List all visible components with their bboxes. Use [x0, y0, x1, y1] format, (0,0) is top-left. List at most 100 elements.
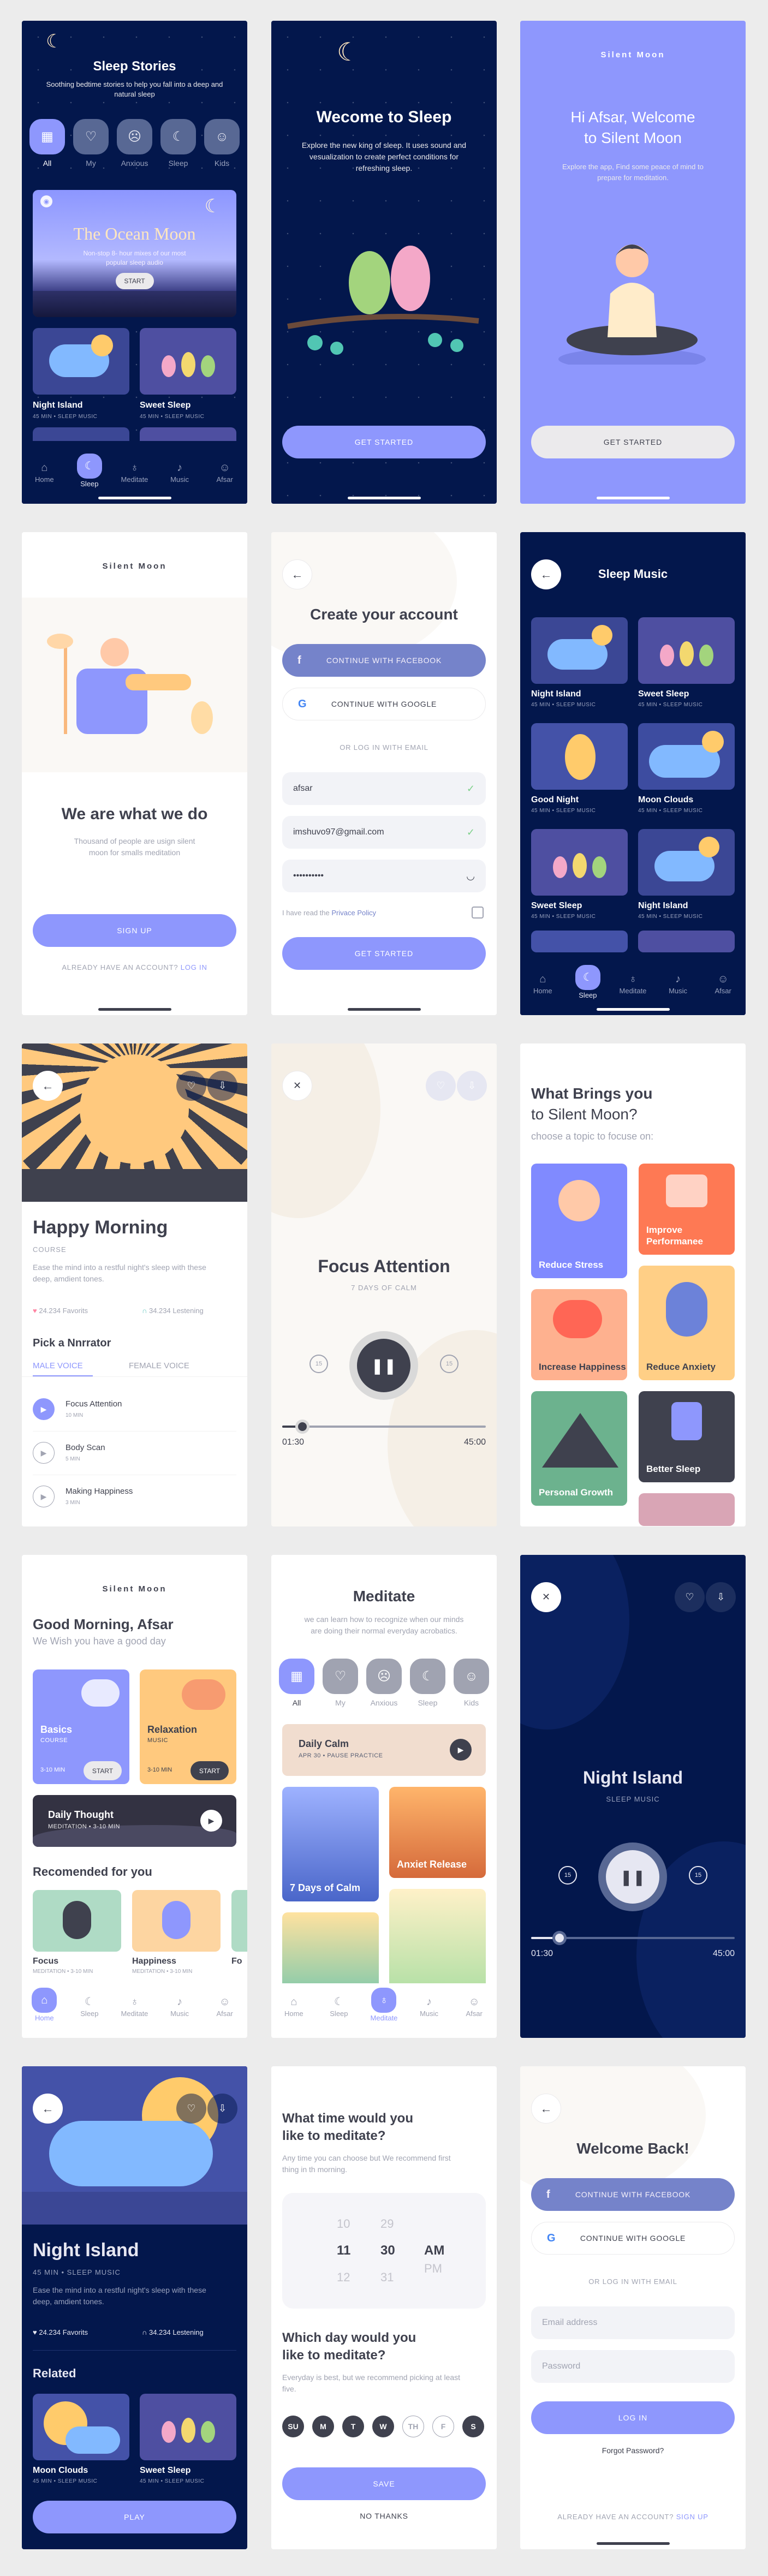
meditate-tile[interactable]: 7 Days of Calm — [282, 1787, 379, 1901]
rewind-button[interactable]: 15 — [309, 1355, 328, 1373]
play-button[interactable]: ▶ — [450, 1739, 472, 1761]
tab-music[interactable]: ♪ Music — [662, 971, 694, 995]
favorite-button[interactable]: ♡ — [675, 1582, 705, 1612]
login-link[interactable]: LOG IN — [181, 963, 207, 971]
start-button[interactable]: START — [115, 273, 154, 289]
tab-male-voice[interactable]: MALE VOICE — [33, 1361, 83, 1370]
day-button[interactable]: F — [432, 2416, 454, 2437]
period-option[interactable]: PM — [424, 2262, 442, 2276]
privacy-policy-link[interactable]: Privace Policy — [331, 909, 376, 917]
category-all[interactable]: ▦ All — [29, 119, 65, 168]
topic-card[interactable]: Improve Performanee — [639, 1164, 735, 1255]
google-button[interactable]: G CONTINUE WITH GOOGLE — [531, 2222, 735, 2255]
back-button[interactable]: ← — [531, 2094, 561, 2124]
day-button[interactable]: W — [372, 2416, 394, 2437]
meditate-tile[interactable] — [389, 1889, 486, 1989]
category-sleep[interactable]: ☾ Sleep — [410, 1659, 445, 1707]
tab-meditate[interactable]: ♁ Meditate — [367, 1988, 400, 2022]
day-button[interactable]: M — [312, 2416, 334, 2437]
category-anxious[interactable]: ☹ Anxious — [366, 1659, 402, 1707]
forgot-password-link[interactable]: Forgot Password? — [520, 2446, 746, 2455]
category-kids[interactable]: ☺ Kids — [204, 119, 240, 168]
login-button[interactable]: LOG IN — [531, 2401, 735, 2434]
download-button[interactable]: ⇩ — [207, 1071, 237, 1101]
password-field[interactable]: Password — [531, 2350, 735, 2383]
facebook-button[interactable]: f CONTINUE WITH FACEBOOK — [531, 2178, 735, 2211]
tab-sleep[interactable]: ☾ Sleep — [73, 1994, 106, 2018]
day-button[interactable]: TH — [402, 2416, 424, 2437]
sign-up-button[interactable]: SIGN UP — [33, 914, 236, 947]
topic-card[interactable]: Increase Happiness — [531, 1289, 627, 1380]
card-art[interactable] — [531, 617, 628, 684]
featured-card[interactable]: ☾ ◉ The Ocean Moon Non-stop 8- hour mixe… — [33, 190, 236, 317]
topic-card[interactable]: Reduce Stress — [531, 1164, 627, 1278]
category-sleep[interactable]: ☾ Sleep — [160, 119, 196, 168]
daily-thought-card[interactable]: Daily Thought MEDITATION • 3-10 MIN ▶ — [33, 1795, 236, 1847]
tab-meditate[interactable]: ♁ Meditate — [616, 971, 649, 995]
favorite-button[interactable]: ♡ — [426, 1071, 456, 1101]
progress-knob[interactable] — [298, 1422, 307, 1431]
topic-card[interactable]: Personal Growth — [531, 1391, 627, 1506]
forward-button[interactable]: 15 — [689, 1866, 707, 1885]
back-button[interactable]: ← — [33, 1071, 63, 1101]
name-field[interactable]: afsar ✓ — [282, 772, 486, 805]
close-button[interactable]: ✕ — [531, 1582, 561, 1612]
email-field[interactable]: imshuvo97@gmail.com ✓ — [282, 816, 486, 849]
download-button[interactable]: ⇩ — [207, 2094, 237, 2124]
category-anxious[interactable]: ☹ Anxious — [117, 119, 152, 168]
eye-icon[interactable]: ◡ — [466, 870, 475, 882]
day-button[interactable]: T — [342, 2416, 364, 2437]
tab-home[interactable]: ⌂ Home — [277, 1994, 310, 2018]
sign-up-link[interactable]: SIGN UP — [676, 2513, 709, 2521]
day-button[interactable]: S — [462, 2416, 484, 2437]
policy-checkbox[interactable] — [472, 907, 484, 919]
tab-home[interactable]: ⌂ Home — [28, 460, 61, 484]
tab-music[interactable]: ♪ Music — [163, 460, 196, 484]
topic-card[interactable] — [639, 1493, 735, 1526]
progress-bar[interactable] — [282, 1426, 486, 1428]
related-card[interactable] — [140, 2394, 236, 2460]
category-my[interactable]: ♡ My — [73, 119, 109, 168]
tab-meditate[interactable]: ♁ Meditate — [118, 460, 151, 484]
topic-card[interactable]: Reduce Anxiety — [639, 1266, 735, 1380]
email-field[interactable]: Email address — [531, 2306, 735, 2339]
time-picker[interactable]: 10 11 12 29 30 31 AM PM — [282, 2193, 486, 2309]
hour-selected[interactable]: 11 — [337, 2243, 350, 2258]
progress-knob[interactable] — [555, 1934, 564, 1942]
category-kids[interactable]: ☺ Kids — [454, 1659, 489, 1707]
download-button[interactable]: ⇩ — [706, 1582, 736, 1612]
card-art[interactable] — [638, 829, 735, 896]
play-track-button[interactable]: ▶ — [33, 1398, 55, 1420]
tab-sleep[interactable]: ☾ Sleep — [571, 965, 604, 999]
daily-calm-card[interactable]: Daily Calm APR 30 • PAUSE PRACTICE ▶ — [282, 1724, 486, 1776]
get-started-button[interactable]: GET STARTED — [282, 426, 486, 458]
tab-home[interactable]: ⌂ Home — [28, 1988, 61, 2022]
play-button[interactable]: ▶ — [200, 1810, 222, 1832]
start-button[interactable]: START — [190, 1761, 229, 1780]
password-field[interactable]: •••••••••• ◡ — [282, 860, 486, 892]
related-card[interactable] — [33, 2394, 129, 2460]
minute-option[interactable]: 29 — [380, 2217, 394, 2231]
tab-profile[interactable]: ☺ Afsar — [209, 1994, 241, 2018]
download-button[interactable]: ⇩ — [457, 1071, 487, 1101]
forward-button[interactable]: 15 — [440, 1355, 459, 1373]
tab-music[interactable]: ♪ Music — [163, 1994, 196, 2018]
save-button[interactable]: SAVE — [282, 2467, 486, 2500]
google-button[interactable]: G CONTINUE WITH GOOGLE — [282, 688, 486, 720]
no-thanks-link[interactable]: NO THANKS — [271, 2512, 497, 2520]
rec-card[interactable] — [132, 1890, 221, 1952]
rec-card[interactable] — [231, 1890, 247, 1952]
rec-card[interactable] — [33, 1890, 121, 1952]
favorite-button[interactable]: ♡ — [176, 1071, 206, 1101]
card-art[interactable] — [638, 617, 735, 684]
period-selected[interactable]: AM — [424, 2243, 444, 2258]
pause-button[interactable]: ❚❚ — [606, 1850, 659, 1904]
pause-button[interactable]: ❚❚ — [357, 1339, 410, 1392]
favorite-button[interactable]: ♡ — [176, 2094, 206, 2124]
tab-music[interactable]: ♪ Music — [413, 1994, 445, 2018]
close-button[interactable]: ✕ — [282, 1071, 312, 1101]
tab-profile[interactable]: ☺ Afsar — [458, 1994, 491, 2018]
tab-sleep[interactable]: ☾ Sleep — [323, 1994, 355, 2018]
tab-profile[interactable]: ☺ Afsar — [209, 460, 241, 484]
day-button[interactable]: SU — [282, 2416, 304, 2437]
